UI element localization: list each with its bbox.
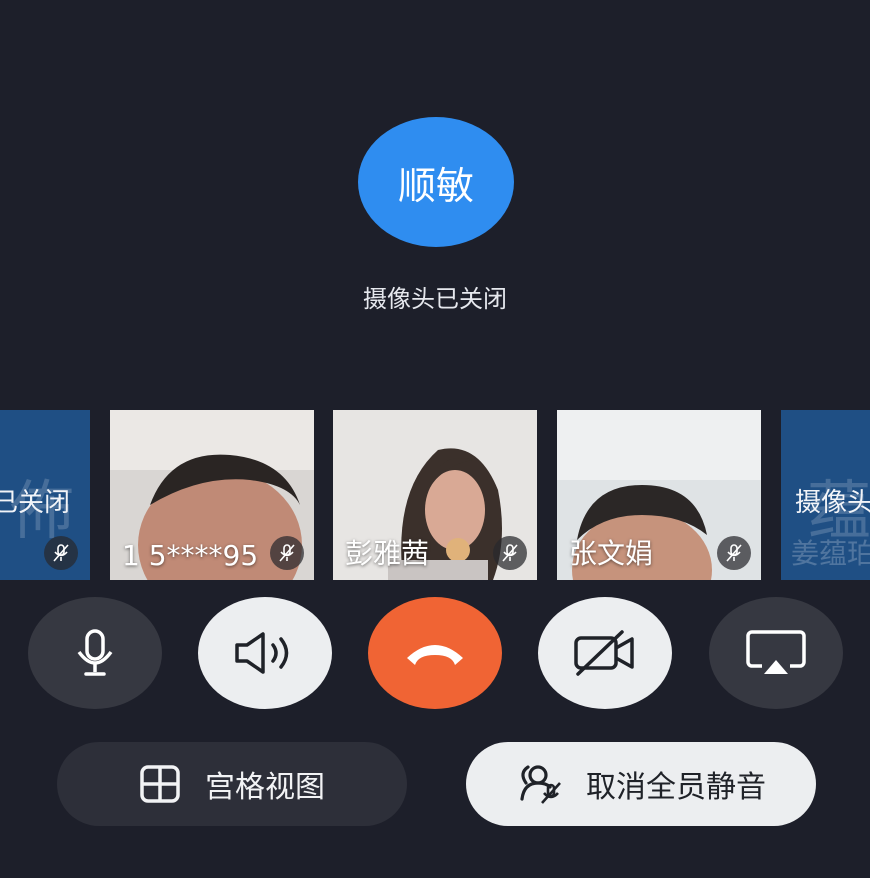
participant-tile[interactable]: 佈 已关闭 [0,410,90,580]
hang-up-icon [407,645,463,665]
participant-tile[interactable]: 彭雅茜 [333,410,537,580]
participant-tile[interactable]: 1 5****95 [110,410,314,580]
mic-muted-icon [270,536,304,570]
speaker-icon [235,632,289,674]
unmute-all-button[interactable]: 取消全员静音 [466,742,816,826]
camera-off-icon [574,630,634,676]
grid-view-label: 宫格视图 [205,770,325,805]
participant-name: 彭雅茜 [345,537,430,570]
camera-status-text: 摄像头已关闭 [363,285,507,313]
unmute-all-icon [520,765,561,804]
screen-share-button[interactable] [709,597,843,709]
tile-camera-status: 摄像头 [795,488,870,518]
participant-name: 张文娟 [569,537,654,570]
speaker-button[interactable] [198,597,332,709]
participant-name: 姜蕴珀 [791,537,870,570]
camera-button[interactable] [538,597,672,709]
screen-share-icon [746,630,806,674]
mic-muted-icon [717,536,751,570]
participant-tile[interactable]: 蕴 摄像头 姜蕴珀 [781,410,870,580]
avatar: 顺敏 [358,117,514,247]
tile-camera-status: 已关闭 [0,488,71,518]
grid-view-button[interactable]: 宫格视图 [57,742,407,826]
microphone-button[interactable] [28,597,162,709]
microphone-icon [77,629,113,676]
mic-muted-icon [493,536,527,570]
mic-muted-icon [44,536,78,570]
hang-up-button[interactable] [368,597,502,709]
avatar-text: 顺敏 [397,163,474,208]
participant-tile[interactable]: 张文娟 [557,410,761,580]
grid-icon [140,765,180,803]
unmute-all-label: 取消全员静音 [586,770,766,805]
participant-name: 1 5****95 [122,539,259,572]
